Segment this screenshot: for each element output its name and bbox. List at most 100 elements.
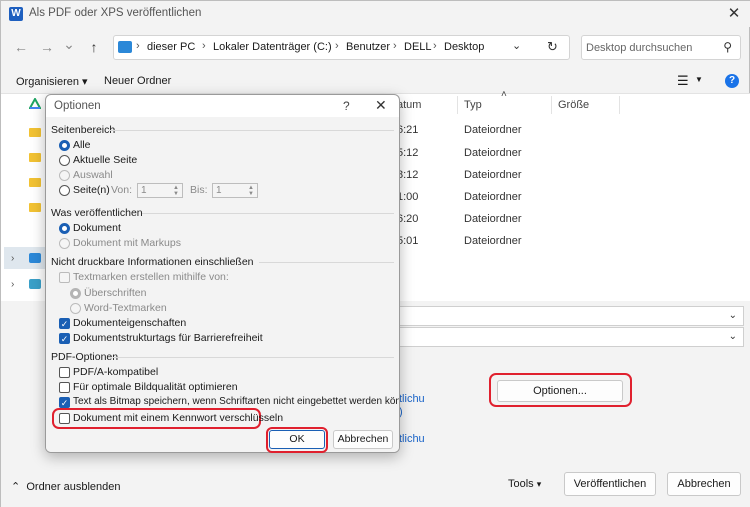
dialog-cancel-button[interactable]: Abbrechen bbox=[333, 430, 393, 449]
refresh-icon[interactable]: ↻ bbox=[547, 39, 558, 55]
address-dropdown-chevron-down-icon[interactable]: ⌄ bbox=[512, 39, 521, 52]
label-current-page: Aktuelle Seite bbox=[73, 154, 138, 166]
publish-button[interactable]: Veröffentlichen bbox=[564, 472, 656, 496]
cancel-button[interactable]: Abbrechen bbox=[667, 472, 741, 496]
search-placeholder: Desktop durchsuchen bbox=[586, 42, 693, 54]
dialog-help-icon[interactable]: ? bbox=[343, 99, 350, 113]
label-bitmap-text: Text als Bitmap speichern, wenn Schrifta… bbox=[73, 396, 400, 407]
radio-current-page[interactable] bbox=[59, 155, 70, 166]
breadcrumb-item[interactable]: Benutzer bbox=[346, 41, 390, 53]
hide-folders-button[interactable]: ⌃ Ordner ausblenden bbox=[11, 480, 121, 493]
ok-button[interactable]: OK bbox=[269, 430, 325, 449]
up-icon[interactable]: ↑ bbox=[84, 37, 104, 57]
hide-folders-label: Ordner ausblenden bbox=[26, 481, 121, 493]
breadcrumb-separator-icon: › bbox=[136, 40, 140, 52]
column-separator bbox=[619, 96, 620, 114]
options-dialog: Optionen ? ✕ Seitenbereich Alle Aktuelle… bbox=[45, 94, 400, 453]
label-from: Von: bbox=[111, 184, 133, 196]
address-bar[interactable]: › dieser PC › Lokaler Datenträger (C:) ›… bbox=[113, 35, 570, 60]
file-row-date[interactable]: 6:20 bbox=[397, 213, 418, 225]
label-to: Bis: bbox=[190, 184, 208, 196]
recent-locations-chevron-down-icon[interactable]: ⌄ bbox=[59, 34, 79, 54]
file-row-type[interactable]: Dateiordner bbox=[464, 124, 521, 136]
options-button[interactable]: Optionen... bbox=[497, 380, 623, 402]
column-header-size[interactable]: Größe bbox=[558, 99, 589, 111]
file-row-date[interactable]: 8:12 bbox=[397, 169, 418, 181]
forward-icon[interactable]: → bbox=[37, 37, 57, 57]
stepper-down-icon: ▼ bbox=[248, 191, 254, 197]
back-icon[interactable]: ← bbox=[11, 37, 31, 57]
column-separator bbox=[457, 96, 458, 114]
view-chevron-down-icon[interactable]: ▼ bbox=[695, 75, 703, 84]
pc-icon bbox=[118, 41, 132, 53]
column-separator bbox=[551, 96, 552, 114]
breadcrumb-item[interactable]: Desktop bbox=[444, 41, 484, 53]
checkbox-encrypt[interactable] bbox=[59, 413, 70, 424]
title-bar: W Als PDF oder XPS veröffentlichen ✕ bbox=[1, 1, 750, 27]
stepper-down-icon: ▼ bbox=[173, 191, 179, 197]
breadcrumb-item[interactable]: dieser PC bbox=[147, 41, 195, 53]
label-document-properties: Dokumenteigenschaften bbox=[73, 317, 187, 329]
tools-button[interactable]: Tools ▾ bbox=[508, 478, 541, 490]
file-row-type[interactable]: Dateiordner bbox=[464, 147, 521, 159]
checkbox-bitmap-text[interactable]: ✓ bbox=[59, 397, 70, 408]
chevron-down-icon: ⌄ bbox=[728, 331, 737, 342]
from-page-stepper: 1 ▲ ▼ bbox=[137, 183, 183, 198]
radio-pages[interactable] bbox=[59, 185, 70, 196]
file-name-combo[interactable]: ⌄ bbox=[397, 306, 744, 326]
section-divider bbox=[109, 130, 394, 131]
save-as-pdf-window: W Als PDF oder XPS veröffentlichen ✕ ← →… bbox=[0, 0, 750, 507]
organize-button[interactable]: Organisieren ▾ bbox=[16, 75, 88, 88]
radio-headings bbox=[70, 288, 81, 299]
new-folder-button[interactable]: Neuer Ordner bbox=[104, 75, 171, 87]
word-app-icon: W bbox=[9, 7, 23, 21]
file-row-date[interactable]: 5:01 bbox=[397, 235, 418, 247]
checkbox-structure-tags[interactable]: ✓ bbox=[59, 333, 70, 344]
breadcrumb-separator-icon: › bbox=[335, 40, 339, 52]
section-divider bbox=[142, 213, 394, 214]
checkbox-create-bookmarks bbox=[59, 272, 70, 283]
column-header-type[interactable]: Typ bbox=[464, 99, 482, 111]
folder-icon bbox=[29, 153, 41, 162]
window-close-icon[interactable]: ✕ bbox=[723, 4, 745, 24]
window-title: Als PDF oder XPS veröffentlichen bbox=[29, 7, 202, 19]
file-row-type[interactable]: Dateiordner bbox=[464, 213, 521, 225]
view-menu-icon[interactable]: ☰ bbox=[677, 73, 689, 89]
section-non-printable: Nicht druckbare Informationen einschließ… bbox=[51, 256, 254, 268]
radio-all[interactable] bbox=[59, 140, 70, 151]
section-divider bbox=[113, 357, 394, 358]
google-drive-icon bbox=[28, 96, 42, 110]
breadcrumb-item[interactable]: Lokaler Datenträger (C:) bbox=[213, 41, 332, 53]
checkbox-image-quality[interactable] bbox=[59, 382, 70, 393]
sort-up-chevron-icon: ˄ bbox=[501, 89, 507, 100]
search-icon: ⚲ bbox=[723, 40, 732, 54]
expand-chevron-icon[interactable]: › bbox=[11, 279, 14, 290]
breadcrumb-item[interactable]: DELL bbox=[404, 41, 432, 53]
label-word-bookmarks: Word-Textmarken bbox=[84, 302, 167, 314]
section-divider bbox=[259, 262, 394, 263]
to-page-stepper: 1 ▲ ▼ bbox=[212, 183, 258, 198]
optimize-minimum-link[interactable]: tlichu bbox=[399, 433, 425, 445]
file-row-date[interactable]: 1:00 bbox=[397, 191, 418, 203]
file-type-combo[interactable]: ⌄ bbox=[397, 327, 744, 347]
pc-icon bbox=[29, 253, 41, 263]
expand-chevron-icon[interactable]: › bbox=[11, 253, 14, 264]
file-row-type[interactable]: Dateiordner bbox=[464, 191, 521, 203]
search-input[interactable]: Desktop durchsuchen ⚲ bbox=[581, 35, 741, 60]
label-document: Dokument bbox=[73, 222, 121, 234]
radio-document[interactable] bbox=[59, 223, 70, 234]
file-row-date[interactable]: 6:21 bbox=[397, 124, 418, 136]
label-headings: Überschriften bbox=[84, 287, 147, 299]
column-header-date[interactable]: atum bbox=[397, 99, 421, 111]
file-row-date[interactable]: 5:12 bbox=[397, 147, 418, 159]
checkbox-document-properties[interactable]: ✓ bbox=[59, 318, 70, 329]
checkbox-pdfa[interactable] bbox=[59, 367, 70, 378]
dialog-title: Optionen bbox=[54, 100, 101, 112]
help-icon[interactable]: ? bbox=[725, 74, 739, 88]
label-all: Alle bbox=[73, 139, 91, 151]
optimize-standard-link[interactable]: tlichu bbox=[399, 393, 425, 405]
dialog-close-icon[interactable]: ✕ bbox=[375, 97, 387, 114]
from-page-value: 1 bbox=[141, 185, 147, 196]
file-row-type[interactable]: Dateiordner bbox=[464, 169, 521, 181]
file-row-type[interactable]: Dateiordner bbox=[464, 235, 521, 247]
